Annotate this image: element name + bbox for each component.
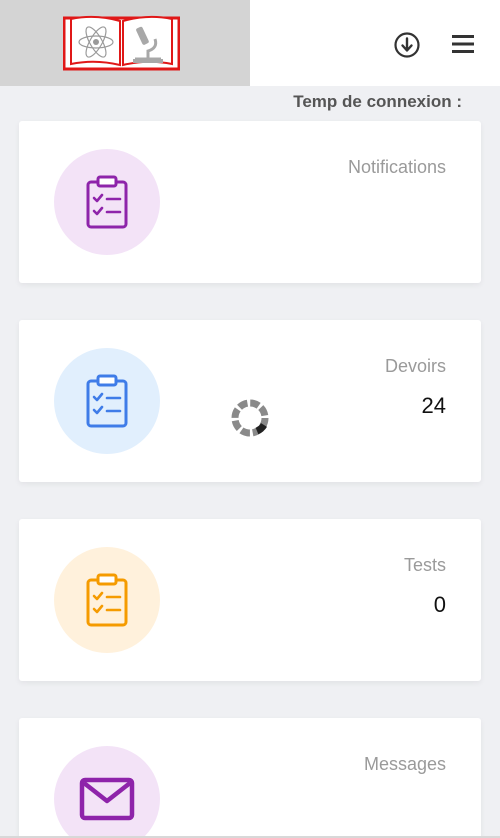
card-title: Tests <box>403 555 446 575</box>
devoirs-icon-circle <box>54 348 160 454</box>
messages-icon-circle <box>54 746 160 838</box>
loading-spinner-icon <box>231 399 269 437</box>
download-button[interactable] <box>392 30 422 60</box>
download-circle-icon <box>394 32 420 58</box>
card-count: 0 <box>433 592 446 617</box>
logo-area <box>0 0 250 86</box>
hamburger-menu-icon <box>452 35 474 53</box>
tests-icon-circle <box>54 547 160 653</box>
connection-time-label: Temp de connexion : <box>293 92 462 111</box>
messages-card[interactable]: Messages <box>19 718 481 838</box>
tests-card[interactable]: Tests 0 <box>19 519 481 681</box>
card-count: 24 <box>421 393 446 418</box>
card-title: Notifications <box>347 157 446 177</box>
notifications-icon-circle <box>54 149 160 255</box>
devoirs-card[interactable]: Devoirs 24 <box>19 320 481 482</box>
clipboard-checklist-icon <box>86 573 128 627</box>
clipboard-checklist-icon <box>86 374 128 428</box>
open-book-science-logo-icon[interactable] <box>63 15 180 71</box>
card-title: Messages <box>363 754 446 774</box>
top-bar <box>0 0 500 86</box>
card-title: Devoirs <box>384 356 446 376</box>
menu-button[interactable] <box>449 30 477 58</box>
envelope-icon <box>79 777 135 821</box>
clipboard-checklist-icon <box>86 175 128 229</box>
notifications-card[interactable]: Notifications <box>19 121 481 283</box>
